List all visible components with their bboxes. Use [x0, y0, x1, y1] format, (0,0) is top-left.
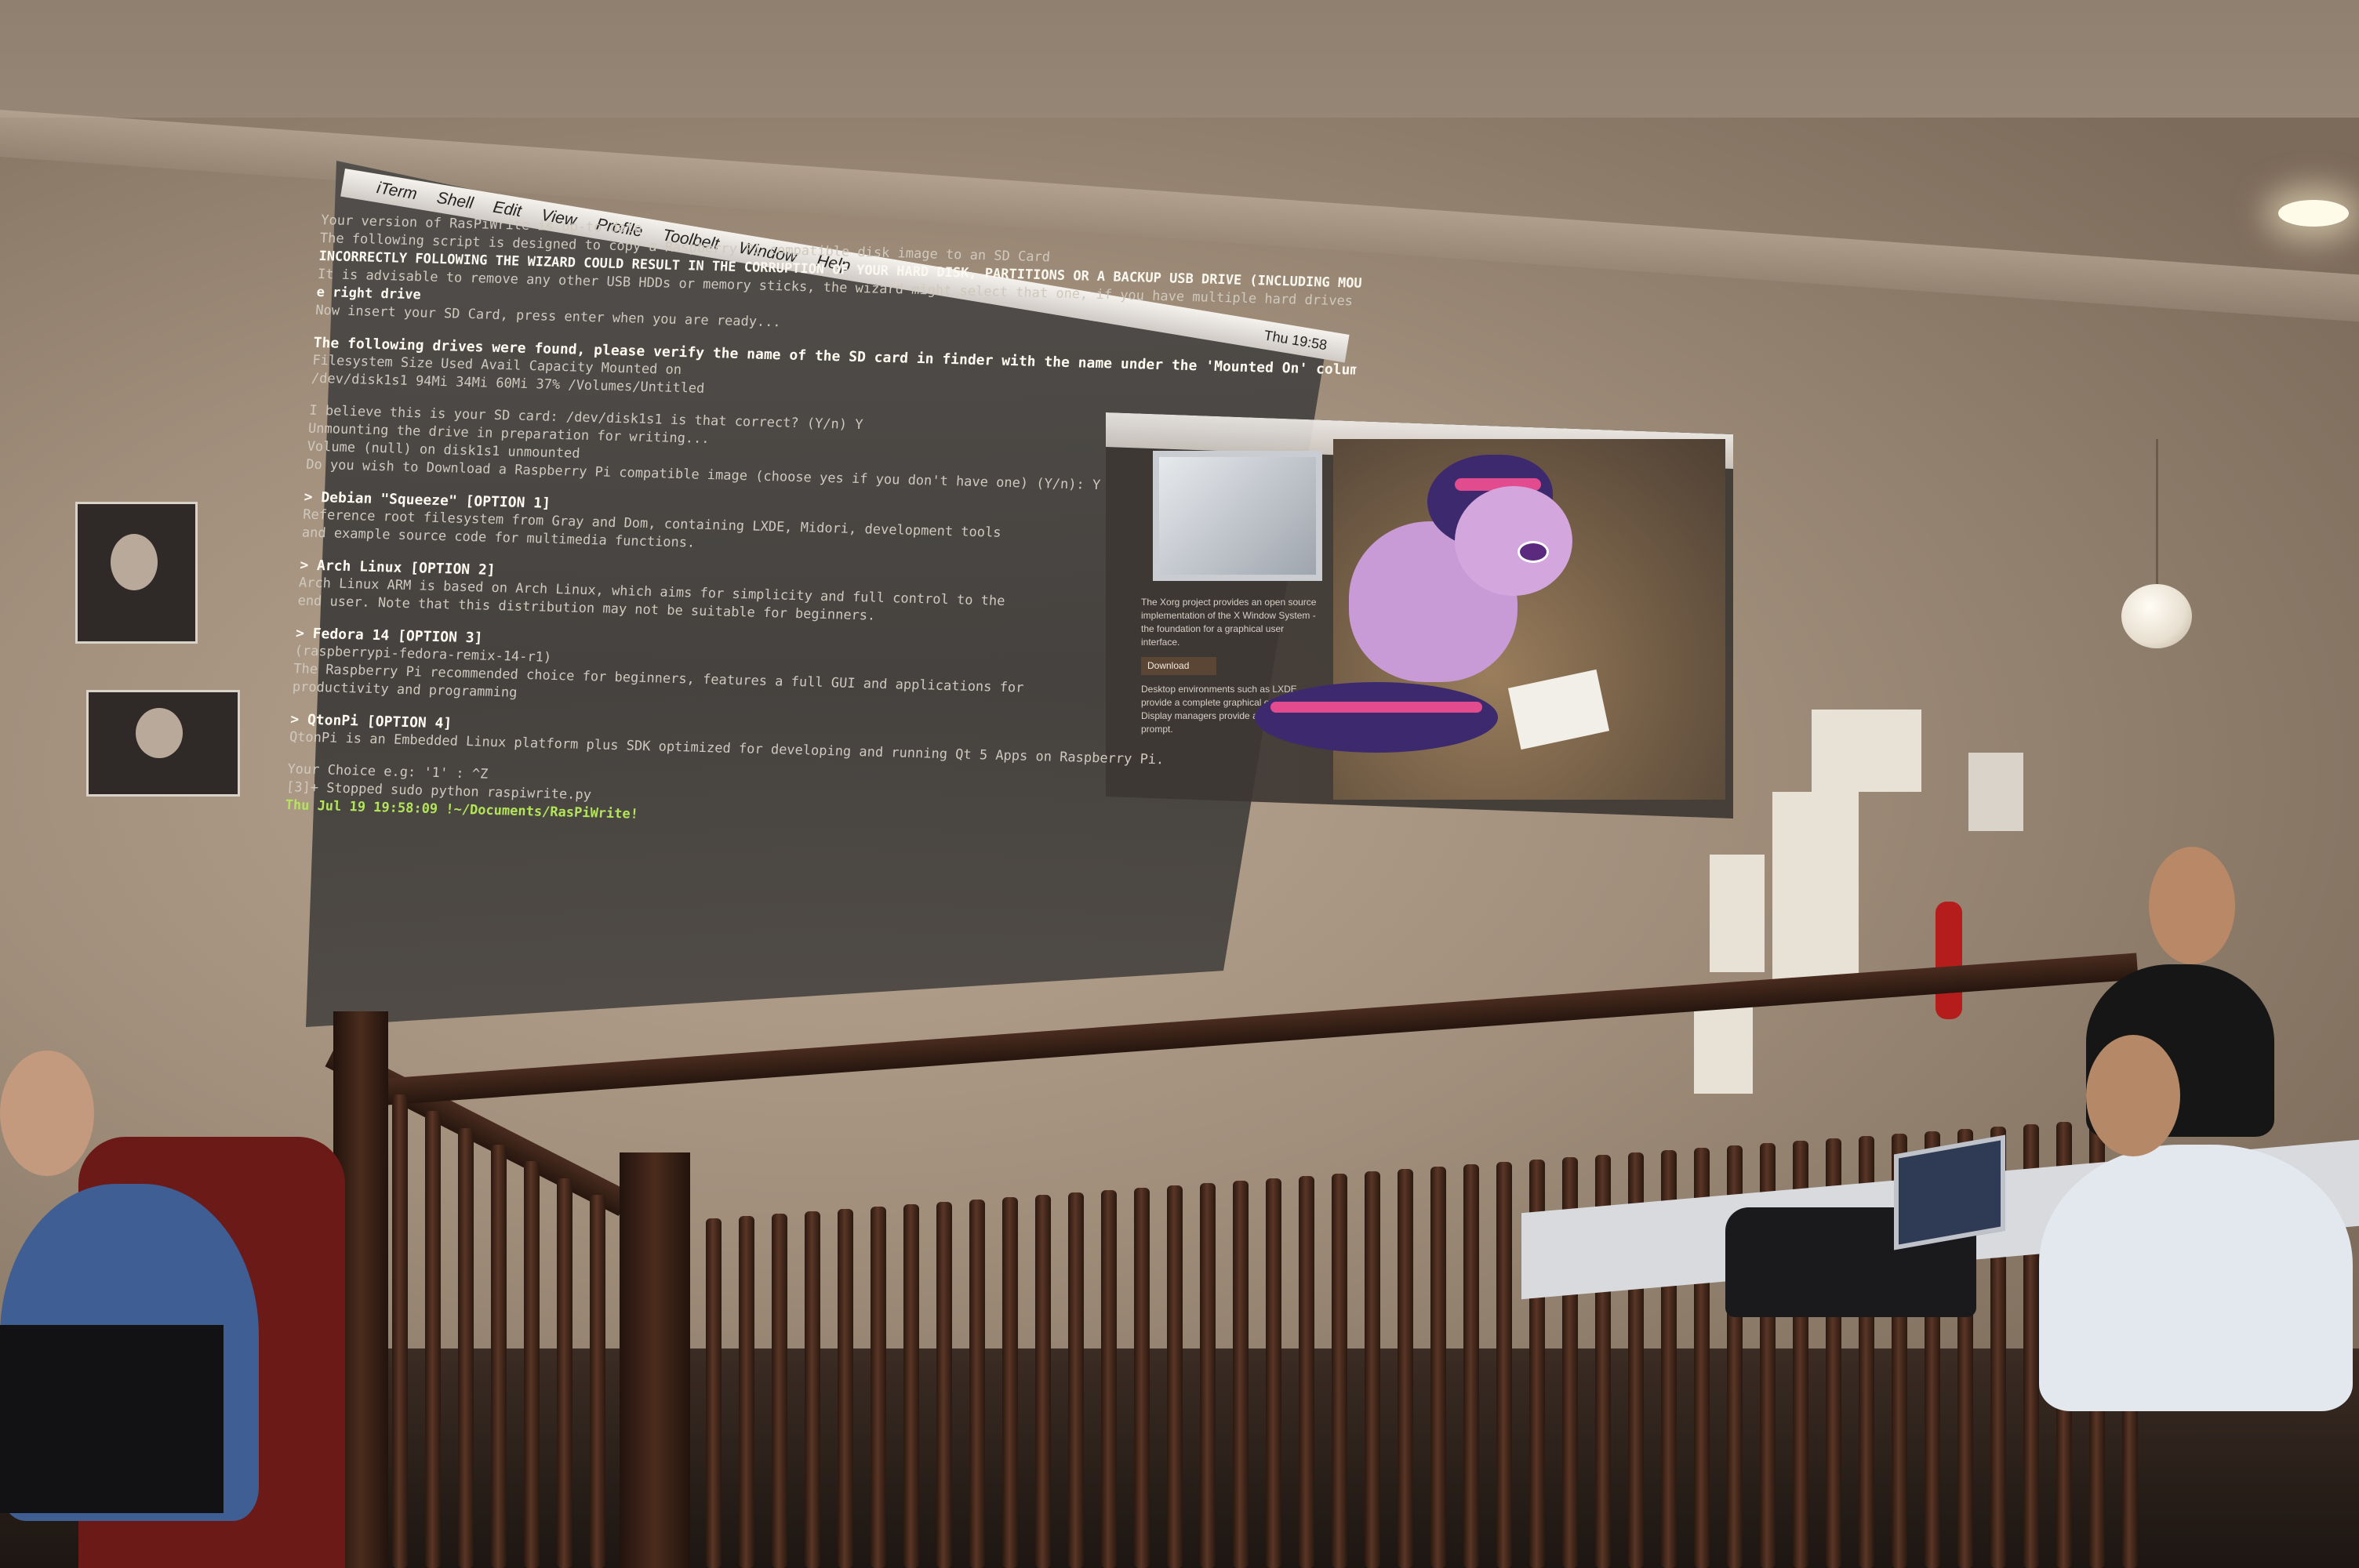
ceiling-light-icon	[2278, 200, 2349, 227]
pendant-cord	[2156, 439, 2158, 588]
notice-paper	[1772, 792, 1859, 980]
baluster	[1134, 1188, 1150, 1568]
newel-post	[620, 1152, 690, 1568]
baluster	[838, 1209, 853, 1568]
notice-paper	[1694, 1004, 1753, 1094]
laptop	[0, 1325, 224, 1513]
lamp-icon	[2121, 584, 2192, 648]
wall-portrait	[75, 502, 198, 644]
pony-head	[1455, 486, 1572, 596]
baluster	[1398, 1169, 1413, 1568]
baluster	[1463, 1164, 1479, 1568]
prompt-datetime: Thu Jul 19 19:58:09	[285, 797, 446, 818]
notice-paper	[1710, 855, 1765, 972]
baluster	[903, 1204, 919, 1568]
photo-scene: The Xorg project provides an open source…	[0, 0, 2359, 1568]
baluster	[458, 1127, 474, 1568]
baluster	[969, 1200, 985, 1568]
baluster	[524, 1161, 540, 1568]
baluster	[1266, 1178, 1281, 1568]
baluster	[1035, 1195, 1051, 1568]
person-right-man-head	[2086, 1035, 2180, 1156]
baluster	[1299, 1176, 1314, 1568]
baluster	[1496, 1162, 1512, 1568]
person-right-woman-head	[2149, 847, 2235, 964]
laptop	[1894, 1134, 2005, 1250]
wall-portrait	[86, 690, 240, 797]
baluster	[1167, 1185, 1183, 1568]
baluster	[1365, 1171, 1380, 1568]
portrait-face	[136, 708, 183, 758]
person-left-head	[0, 1051, 94, 1176]
baluster	[772, 1214, 787, 1568]
baluster	[739, 1216, 754, 1568]
baluster	[1200, 1183, 1216, 1568]
baluster	[1430, 1167, 1446, 1568]
prompt-path: !~/Documents/RasPiWrite!	[445, 801, 639, 822]
baluster	[871, 1207, 886, 1568]
baluster	[590, 1195, 605, 1568]
fire-extinguisher-icon	[1936, 902, 1962, 1019]
terminal-output: Your version of RasPiWrite is up-to-date…	[285, 212, 1365, 842]
baluster	[557, 1178, 572, 1568]
baluster	[706, 1218, 722, 1568]
pony-eye	[1518, 541, 1549, 563]
baluster	[805, 1211, 820, 1568]
person-right-man	[2039, 1145, 2353, 1411]
menu-item-shell[interactable]: Shell	[435, 189, 474, 213]
baluster	[491, 1144, 507, 1568]
menu-item-iterm[interactable]: iTerm	[376, 179, 419, 204]
baluster	[1332, 1174, 1347, 1568]
wall-cabinet	[1968, 753, 2023, 831]
baluster	[936, 1202, 952, 1568]
notice-paper	[1812, 710, 1921, 792]
baluster	[1002, 1197, 1018, 1568]
baluster	[392, 1094, 408, 1568]
baluster	[425, 1111, 441, 1568]
baluster	[1068, 1192, 1084, 1568]
baluster	[1101, 1190, 1117, 1568]
portrait-face	[111, 534, 158, 590]
baluster	[1233, 1181, 1249, 1568]
